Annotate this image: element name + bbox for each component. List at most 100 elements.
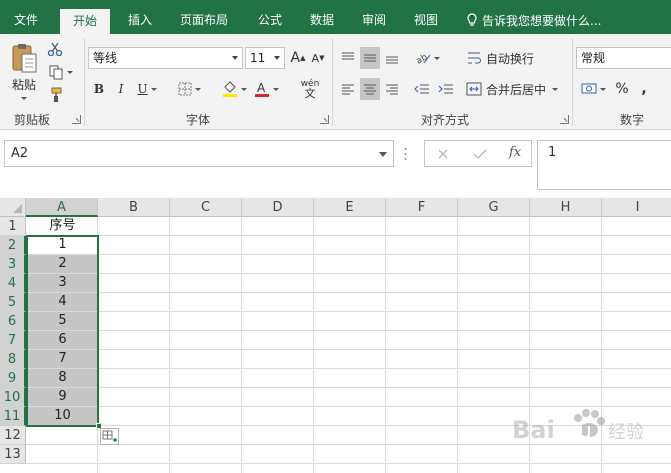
cut-button[interactable] <box>44 39 66 59</box>
cell-a5[interactable]: 4 <box>27 293 98 311</box>
font-name-select[interactable]: 等线 <box>88 47 243 69</box>
cell-a12[interactable] <box>27 426 98 444</box>
bold-button[interactable]: B <box>90 78 108 100</box>
row-header-11[interactable]: 11 <box>0 407 26 426</box>
auto-fill-options-button[interactable] <box>100 428 119 445</box>
row-header-2[interactable]: 2 <box>0 236 26 255</box>
align-middle-button[interactable] <box>360 47 380 69</box>
vertical-dots-icon[interactable] <box>404 147 407 161</box>
chevron-down-icon <box>150 87 157 91</box>
gridline <box>26 349 671 350</box>
align-left-button[interactable] <box>338 78 358 100</box>
tab-file[interactable]: 文件 <box>4 0 48 34</box>
font-size-select[interactable]: 11 <box>245 47 285 69</box>
group-divider <box>572 38 573 126</box>
cell-a1[interactable]: 序号 <box>27 217 98 235</box>
lightbulb-icon <box>467 13 477 26</box>
cancel-icon[interactable] <box>437 148 449 160</box>
column-header-b[interactable]: B <box>98 198 170 217</box>
row-header-9[interactable]: 9 <box>0 369 26 388</box>
merge-center-button[interactable]: 合并后居中 <box>466 78 568 100</box>
tab-home[interactable]: 开始 <box>60 9 110 34</box>
gridline <box>26 387 671 388</box>
column-header-e[interactable]: E <box>314 198 386 217</box>
cell-a4[interactable]: 3 <box>27 274 98 292</box>
align-top-button[interactable] <box>338 47 358 69</box>
clipboard-group-label: 剪贴板 <box>13 113 50 127</box>
fill-color-button[interactable] <box>220 78 248 100</box>
cell-a8[interactable]: 7 <box>27 350 98 368</box>
tab-page-layout[interactable]: 页面布局 <box>172 0 236 34</box>
alignment-launcher-icon[interactable] <box>560 115 569 124</box>
accounting-format-button[interactable] <box>578 78 608 100</box>
row-header-4[interactable]: 4 <box>0 274 26 293</box>
comma-style-button[interactable]: , <box>636 78 652 100</box>
row-header-5[interactable]: 5 <box>0 293 26 312</box>
worksheet-grid[interactable]: A B C D E F G H I 1 序号 2 1 3 2 4 3 5 4 6 5 7 6 8 7 9 8 10 9 11 10 12 13 B… <box>0 198 671 473</box>
column-header-d[interactable]: D <box>242 198 314 217</box>
gridline <box>457 217 458 473</box>
cell-a2[interactable]: 1 <box>27 236 98 254</box>
cell-a6[interactable]: 5 <box>27 312 98 330</box>
row-header-6[interactable]: 6 <box>0 312 26 331</box>
column-header-i[interactable]: I <box>602 198 671 217</box>
align-middle-icon <box>364 54 376 62</box>
phonetic-guide-button[interactable]: wén 文 <box>294 76 326 102</box>
italic-button[interactable]: I <box>112 78 130 100</box>
wrap-text-button[interactable]: 自动换行 <box>466 47 556 69</box>
cell-a11[interactable]: 10 <box>27 407 98 425</box>
percent-style-button[interactable]: % <box>612 78 632 100</box>
cell-a10[interactable]: 9 <box>27 388 98 406</box>
font-launcher-icon[interactable] <box>320 115 329 124</box>
row-header-8[interactable]: 8 <box>0 350 26 369</box>
format-painter-button[interactable] <box>44 85 66 105</box>
name-box[interactable]: A2 <box>4 140 394 167</box>
borders-button[interactable] <box>176 78 202 100</box>
decrease-font-size-button[interactable]: A ▼ <box>309 47 327 69</box>
copy-button[interactable] <box>44 62 76 82</box>
align-center-button[interactable] <box>360 78 380 100</box>
formula-value: 1 <box>548 145 557 160</box>
row-header-1[interactable]: 1 <box>0 217 26 236</box>
decrease-indent-button[interactable] <box>412 78 432 100</box>
row-header-10[interactable]: 10 <box>0 388 26 407</box>
tell-me-search[interactable]: 告诉我您想要做什么... <box>466 0 601 34</box>
column-header-a[interactable]: A <box>26 198 98 217</box>
font-color-button[interactable]: A <box>252 78 280 100</box>
svg-text:A: A <box>257 81 266 95</box>
cell-a7[interactable]: 6 <box>27 331 98 349</box>
clipboard-launcher-icon[interactable] <box>72 115 81 124</box>
cell-a13[interactable] <box>27 445 98 463</box>
row-header-12[interactable]: 12 <box>0 426 26 445</box>
column-header-f[interactable]: F <box>386 198 458 217</box>
underline-button[interactable]: U <box>134 78 160 100</box>
increase-indent-button[interactable] <box>436 78 456 100</box>
row-header-3[interactable]: 3 <box>0 255 26 274</box>
tab-review[interactable]: 审阅 <box>352 0 396 34</box>
font-size-value: 11 <box>250 51 266 65</box>
column-header-c[interactable]: C <box>170 198 242 217</box>
cell-a9[interactable]: 8 <box>27 369 98 387</box>
insert-function-icon[interactable]: fx <box>509 145 521 160</box>
align-bottom-button[interactable] <box>382 47 402 69</box>
orientation-button[interactable]: ab <box>412 47 442 69</box>
tab-insert[interactable]: 插入 <box>118 0 162 34</box>
phonetic-wen-icon: 文 <box>304 87 316 100</box>
increase-font-size-button[interactable]: A ▲ <box>289 47 307 69</box>
cell-a3[interactable]: 2 <box>27 255 98 273</box>
row-header-13[interactable]: 13 <box>0 445 26 464</box>
column-header-g[interactable]: G <box>458 198 530 217</box>
formula-input[interactable]: 1 <box>537 140 671 190</box>
select-all-corner[interactable] <box>0 198 26 217</box>
enter-check-icon[interactable] <box>473 148 487 160</box>
number-format-select[interactable]: 常规 <box>576 47 671 69</box>
tab-data[interactable]: 数据 <box>300 0 344 34</box>
tab-view[interactable]: 视图 <box>404 0 448 34</box>
column-header-h[interactable]: H <box>530 198 602 217</box>
chevron-down-icon <box>240 87 247 91</box>
paste-button[interactable]: 粘贴 <box>6 38 42 104</box>
row-header-7[interactable]: 7 <box>0 331 26 350</box>
align-right-button[interactable] <box>382 78 402 100</box>
merge-cells-icon <box>466 82 482 96</box>
tab-formulas[interactable]: 公式 <box>248 0 292 34</box>
